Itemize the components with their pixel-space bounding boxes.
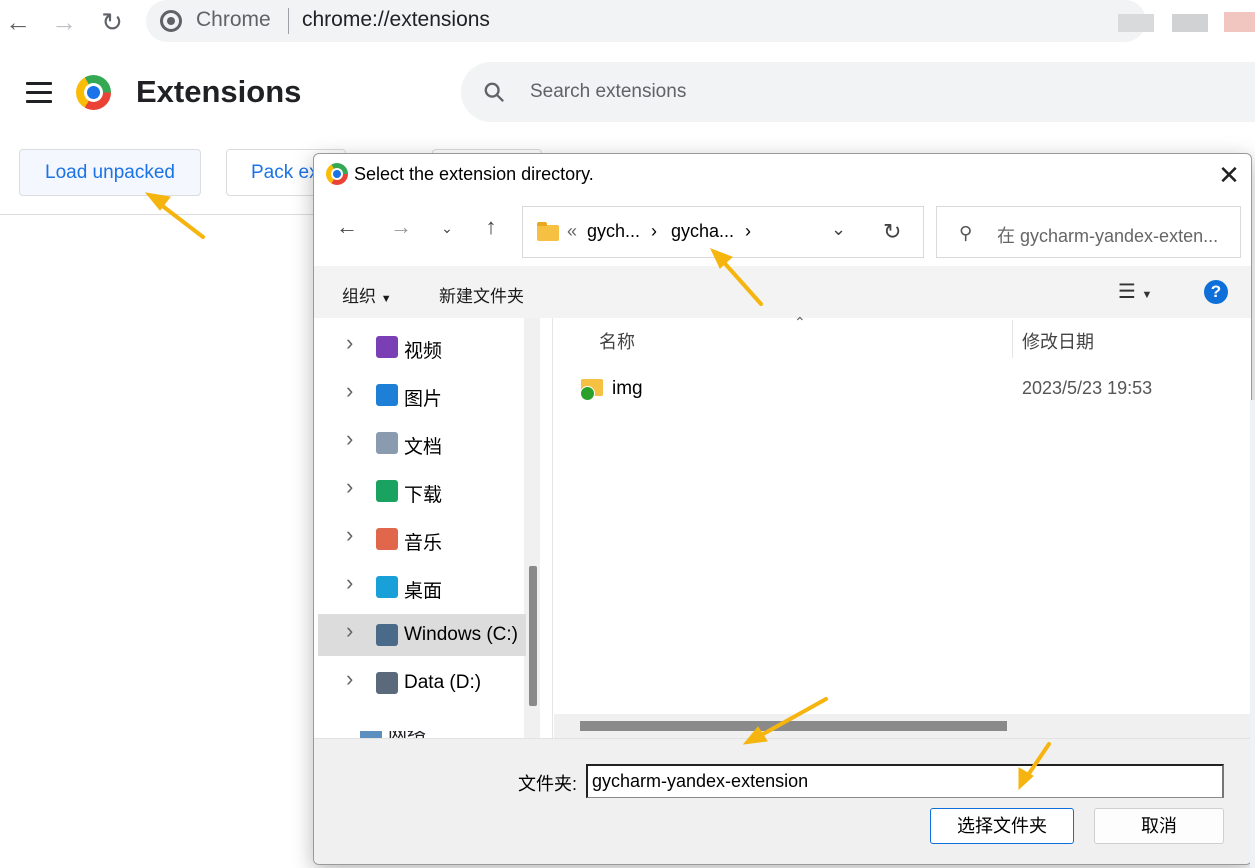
annotation-arrow-breadcrumb	[710, 248, 763, 306]
annotation-arrow-scrollbar	[742, 697, 828, 745]
annotation-arrow-folder-input	[1018, 742, 1051, 791]
annotation-arrows	[144, 192, 1051, 791]
annotation-arrow-load-unpacked	[144, 192, 205, 239]
